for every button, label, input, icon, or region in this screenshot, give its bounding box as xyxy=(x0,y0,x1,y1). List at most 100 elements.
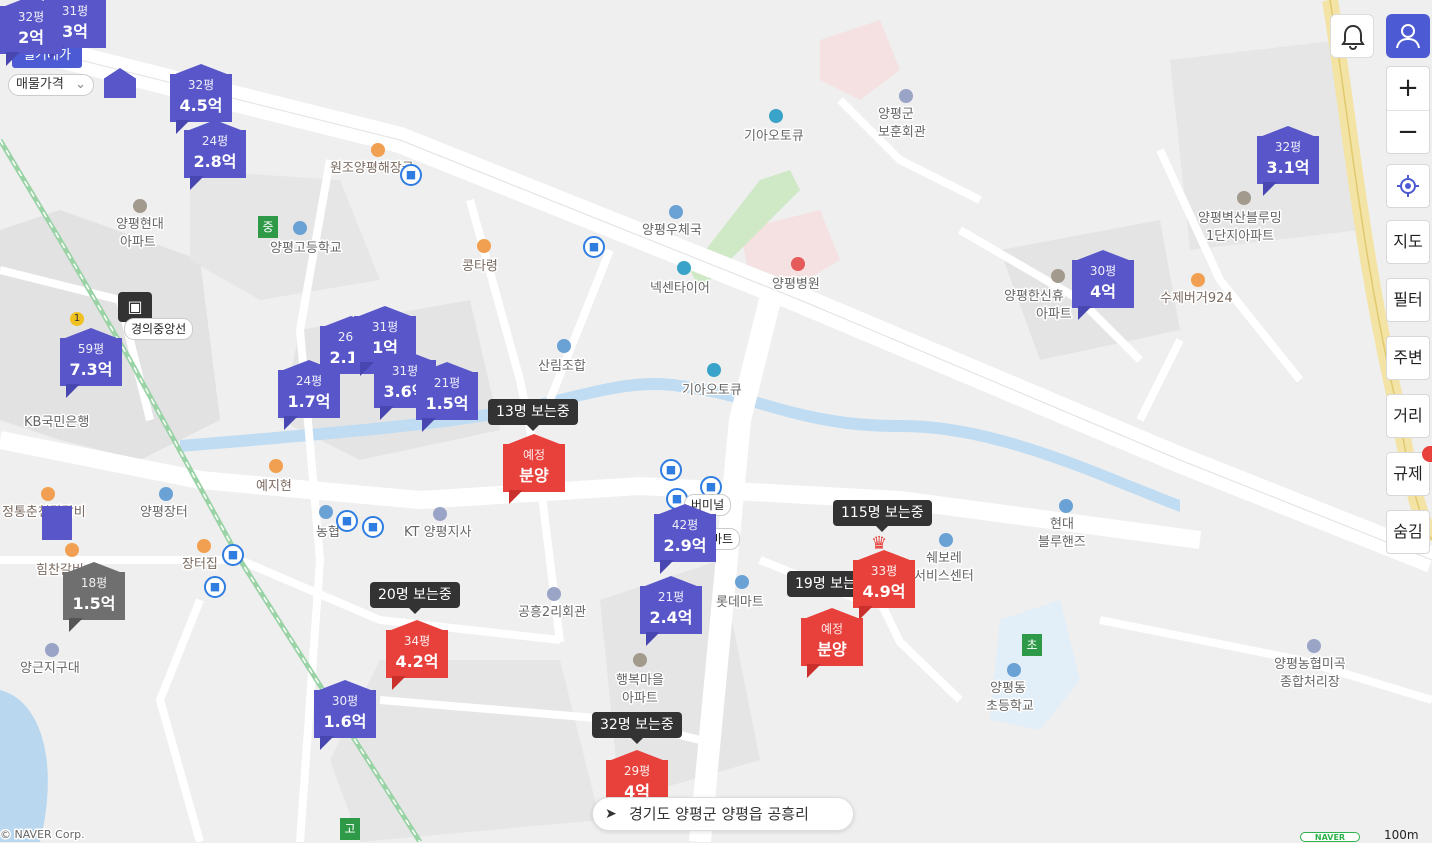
filter-button[interactable]: 필터 xyxy=(1386,278,1430,322)
label-sanlim: 산림조합 xyxy=(538,359,586,374)
label-kt: KT 양평지사 xyxy=(404,525,471,540)
high-school-flag-icon: 고 xyxy=(340,818,360,840)
label-lotte-mart: 롯데마트 xyxy=(716,595,764,610)
price-marker[interactable]: 21평 2.4억 xyxy=(640,576,702,648)
bus-stop-icon[interactable]: ■ xyxy=(583,236,605,258)
price-marker[interactable]: 34평 4.2억 xyxy=(386,620,448,692)
presale-marker[interactable]: 예정분양 xyxy=(503,434,565,506)
price-marker[interactable]: 30평 1.6억 xyxy=(314,680,376,752)
my-location-button[interactable] xyxy=(1386,164,1430,208)
marker-size: 32평 xyxy=(187,78,215,92)
marker-size: 33평 xyxy=(870,564,898,578)
elementary-school-flag-icon: 초 xyxy=(1022,634,1042,656)
price-marker[interactable]: 24평 2.8억 xyxy=(184,120,246,192)
marker-price: 2.9억 xyxy=(663,536,707,555)
marker-price: 분양 xyxy=(519,466,549,485)
label-bluerue-1: 양평벽산블루밍 xyxy=(1198,211,1282,226)
chevron-down-icon: ⌄ xyxy=(75,77,86,92)
presale-marker[interactable]: 예정 분양 xyxy=(801,608,863,680)
label-hospital: 양평병원 xyxy=(772,277,820,292)
map-type-button[interactable]: 지도 xyxy=(1386,220,1430,264)
marker-price: 2억 xyxy=(18,28,44,47)
label-bluerue-2: 1단지아파트 xyxy=(1206,229,1274,244)
bell-icon xyxy=(1341,24,1365,51)
label-yp-dong-2: 초등학교 xyxy=(986,699,1034,714)
price-marker[interactable]: 18평 1.5억 xyxy=(63,562,125,634)
label-copyright: © NAVER Corp. xyxy=(0,828,85,841)
label-bohun-1: 양평군 xyxy=(878,107,914,122)
gyeongui-line-label: 경의중앙선 xyxy=(124,318,194,340)
bus-stop-icon[interactable]: ■ xyxy=(362,516,384,538)
label-nexen: 넥센타이어 xyxy=(650,281,710,296)
viewing-count-tooltip: 115명 보는중 xyxy=(833,500,932,532)
user-icon xyxy=(1396,24,1420,49)
nearby-button[interactable]: 주변 xyxy=(1386,336,1430,380)
naver-logo: NAVER xyxy=(1300,832,1360,842)
label-hyundai-apt-2: 아파트 xyxy=(120,235,156,250)
viewing-count-tooltip: 20명 보는중 xyxy=(370,582,460,614)
hide-button[interactable]: 숨김 xyxy=(1386,510,1430,554)
bus-stop-icon[interactable]: ■ xyxy=(660,459,682,481)
marker-price: 3.1억 xyxy=(1266,158,1310,177)
marker-size: 18평 xyxy=(80,576,108,590)
label-chevrolet-2: 서비스센터 xyxy=(914,569,974,584)
marker-size: 30평 xyxy=(1089,264,1117,278)
marker-size: 30평 xyxy=(331,694,359,708)
marker-price: 1.5억 xyxy=(425,394,469,413)
middle-school-flag-icon: 중 xyxy=(258,216,278,238)
regulation-badge xyxy=(1422,446,1432,462)
label-rice-1: 양평농협미곡 xyxy=(1274,657,1346,672)
price-marker[interactable]: 42평 2.9억 xyxy=(654,504,716,576)
label-kb-bank: KB국민은행 xyxy=(24,414,89,430)
label-gonghung-hall: 공흥2리회관 xyxy=(518,605,586,620)
price-marker[interactable]: 32평 2억 xyxy=(0,0,62,68)
price-marker[interactable]: 30평 4억 xyxy=(1072,250,1134,322)
label-yp-dong-1: 양평동 xyxy=(990,681,1026,696)
crosshair-icon xyxy=(1397,175,1419,197)
distance-button[interactable]: 거리 xyxy=(1386,394,1430,438)
label-high-school: 양평고등학교 xyxy=(270,241,342,256)
label-jangteojip: 장터집 xyxy=(182,557,218,572)
marker-size: 59평 xyxy=(77,342,105,356)
station-number-badge: 1 xyxy=(70,312,84,326)
zoom-in-button[interactable]: + xyxy=(1387,67,1429,111)
label-suje-burger: 수제버거924 xyxy=(1160,291,1233,306)
bus-stop-icon[interactable]: ■ xyxy=(336,510,358,532)
label-kongtaryeong: 콩타령 xyxy=(462,259,498,274)
filter-listing-price-select[interactable]: 매물가격 ⌄ xyxy=(8,74,94,96)
price-marker[interactable]: 21평 1.5억 xyxy=(416,362,478,434)
scale-label: 100m xyxy=(1384,828,1419,842)
marker-size: 32평 xyxy=(1274,140,1302,154)
viewing-count-tooltip: 32명 보는중 xyxy=(592,712,682,744)
bus-stop-icon[interactable]: ■ xyxy=(400,164,422,186)
zoom-out-button[interactable]: − xyxy=(1387,111,1429,154)
marker-size: 예정 xyxy=(522,448,546,462)
marker-price: 4.5억 xyxy=(179,96,223,115)
marker-price: 1.6억 xyxy=(323,712,367,731)
marker-size: 32평 xyxy=(17,10,45,24)
viewing-count-tooltip: 13명 보는중 xyxy=(488,399,578,431)
label-hansinhyu-1: 양평한신휴 xyxy=(1004,289,1064,304)
notification-button[interactable] xyxy=(1330,14,1374,58)
marker-size: 24평 xyxy=(201,134,229,148)
bus-stop-icon[interactable]: ■ xyxy=(222,544,244,566)
price-marker[interactable]: 59평 7.3억 xyxy=(60,328,122,400)
label-rice-2: 종합처리장 xyxy=(1280,675,1340,690)
marker-size: 29평 xyxy=(623,764,651,778)
address-text: 경기도 양평군 양평읍 공흥리 xyxy=(629,805,809,823)
label-bluehands-1: 현대 xyxy=(1050,517,1074,532)
marker-price: 분양 xyxy=(817,640,847,659)
user-button[interactable] xyxy=(1386,14,1430,58)
bus-stop-icon[interactable]: ■ xyxy=(204,576,226,598)
price-marker[interactable]: 24평 1.7억 xyxy=(278,360,340,432)
label-yejihyeon: 예지현 xyxy=(256,479,292,494)
listing-price-label: 매물가격 xyxy=(16,77,64,92)
small-house-marker[interactable] xyxy=(42,506,72,540)
label-chevrolet-1: 쉐보레 xyxy=(926,551,962,566)
price-marker[interactable]: 32평 3.1억 xyxy=(1257,126,1319,198)
marker-price: 4.9억 xyxy=(862,582,906,601)
current-address-bar[interactable]: ➤ 경기도 양평군 양평읍 공흥리 xyxy=(592,797,854,831)
navigation-arrow-icon: ➤ xyxy=(605,806,617,822)
marker-size: 31평 xyxy=(371,320,399,334)
marker-price: 1.5억 xyxy=(72,594,116,613)
